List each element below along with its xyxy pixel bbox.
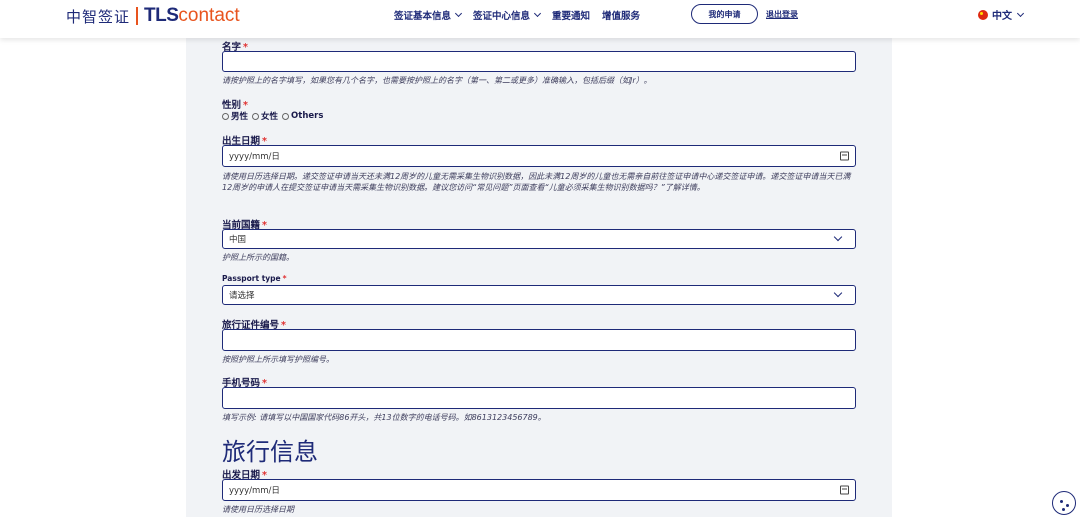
chevron-down-icon bbox=[533, 9, 542, 18]
logout-link[interactable]: 退出登录 bbox=[766, 9, 798, 20]
china-flag-icon bbox=[978, 9, 988, 20]
gender-option-male: 男性 bbox=[231, 112, 249, 122]
dob-placeholder: yyyy/mm/日 bbox=[229, 152, 280, 162]
language-selector[interactable]: 中文 bbox=[978, 7, 1025, 22]
travel-info-heading: 旅行信息 bbox=[222, 438, 318, 466]
nationality-help: 护照上所示的国籍。 bbox=[222, 253, 294, 262]
nav-important-notice[interactable]: 重要通知 bbox=[552, 8, 590, 22]
dob-help: 请使用日历选择日期。递交签证申请当天还未满12周岁的儿童无需采集生物识别数据，因… bbox=[222, 172, 851, 192]
chevron-down-icon bbox=[454, 9, 463, 18]
gender-radio-male[interactable]: 男性 bbox=[222, 110, 248, 122]
logo-divider bbox=[136, 7, 139, 25]
my-application-button[interactable]: 我的申请 bbox=[691, 4, 758, 24]
gender-radio-group: 男性 女性 Others bbox=[222, 110, 323, 122]
nav-important-notice-label: 重要通知 bbox=[552, 11, 591, 22]
dob-input[interactable]: yyyy/mm/日 bbox=[222, 145, 856, 167]
logo-tls-text: TLS bbox=[144, 5, 179, 26]
name-help: 请按护照上的名字填写，如果您有几个名字，也需要按护照上的名字（第一、第二或更多）… bbox=[222, 76, 652, 85]
nav-visa-basic-info[interactable]: 签证基本信息 bbox=[394, 8, 463, 22]
calendar-icon[interactable] bbox=[840, 485, 849, 495]
departure-placeholder: yyyy/mm/日 bbox=[229, 486, 280, 496]
gender-radio-others[interactable]: Others bbox=[282, 111, 323, 121]
radio-circle-icon[interactable] bbox=[252, 112, 260, 120]
nav-value-added-services-label: 增值服务 bbox=[602, 11, 641, 22]
travel-doc-input[interactable] bbox=[222, 329, 856, 351]
top-header: 中智签证 TLS contact 签证基本信息 签证中心信息 重要通知 增值服务 … bbox=[0, 0, 1080, 38]
nav-value-added-services[interactable]: 增值服务 bbox=[602, 8, 640, 22]
logo-zh-text: 中智签证 bbox=[66, 7, 131, 26]
chevron-down-icon bbox=[833, 232, 843, 242]
gender-radio-female[interactable]: 女性 bbox=[252, 110, 278, 122]
phone-help: 填写示例: 请填写以中国国家代码86开头，共13位数字的电话号码。如861312… bbox=[222, 413, 546, 422]
name-input[interactable] bbox=[222, 51, 856, 72]
passport-type-label: Passport type * bbox=[222, 274, 287, 283]
required-mark: * bbox=[282, 274, 287, 283]
chevron-down-icon bbox=[833, 288, 843, 298]
chevron-down-icon bbox=[1016, 9, 1025, 17]
nav-visa-center-info[interactable]: 签证中心信息 bbox=[473, 8, 542, 22]
cookie-settings-icon[interactable] bbox=[1052, 491, 1076, 515]
calendar-icon[interactable] bbox=[840, 151, 849, 161]
gender-option-others: Others bbox=[291, 111, 324, 121]
departure-help: 请使用日历选择日期 bbox=[222, 505, 294, 514]
nav-visa-basic-info-label: 签证基本信息 bbox=[394, 11, 452, 22]
gender-option-female: 女性 bbox=[261, 112, 279, 122]
passport-type-label-text: Passport type bbox=[222, 274, 281, 283]
gender-label: 性别 * bbox=[222, 97, 248, 111]
nationality-value: 中国 bbox=[229, 235, 247, 245]
language-label: 中文 bbox=[992, 11, 1012, 22]
nav-visa-center-info-label: 签证中心信息 bbox=[473, 11, 531, 22]
radio-circle-icon[interactable] bbox=[222, 112, 229, 120]
nationality-select[interactable]: 中国 bbox=[222, 229, 856, 249]
radio-circle-icon[interactable] bbox=[282, 112, 290, 120]
departure-input[interactable]: yyyy/mm/日 bbox=[222, 479, 856, 501]
logo[interactable]: 中智签证 TLS contact bbox=[66, 5, 240, 27]
phone-input[interactable] bbox=[222, 387, 856, 409]
travel-doc-help: 按照护照上所示填写护照编号。 bbox=[222, 355, 334, 364]
passport-type-select[interactable]: 请选择 bbox=[222, 285, 856, 305]
passport-type-value: 请选择 bbox=[229, 291, 255, 301]
logo-contact-text: contact bbox=[178, 5, 240, 26]
main-nav: 签证基本信息 签证中心信息 重要通知 增值服务 bbox=[394, 8, 640, 22]
